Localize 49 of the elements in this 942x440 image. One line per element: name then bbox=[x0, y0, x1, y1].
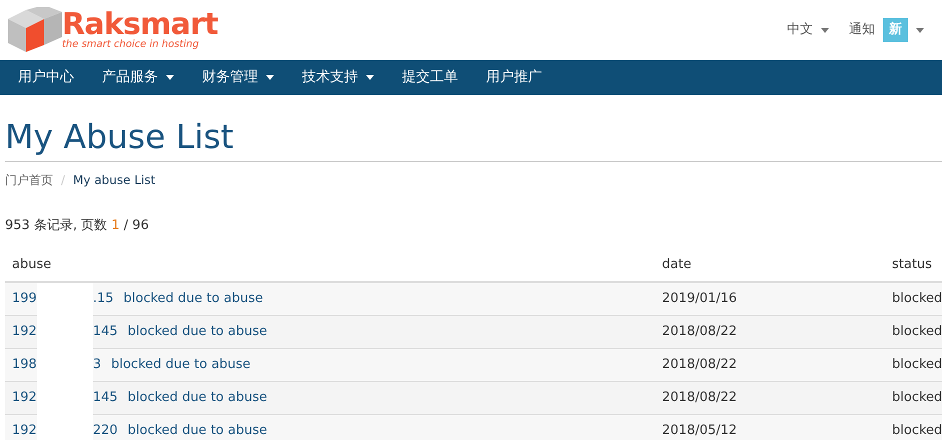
date-cell-text: 2018/08/22 bbox=[661, 323, 738, 342]
column-header: date bbox=[661, 256, 692, 274]
status-cell-text: blocked bbox=[891, 290, 942, 308]
page-title: My Abuse List bbox=[5, 117, 235, 157]
date-cell-text: 2018/05/12 bbox=[661, 422, 738, 440]
ip-address-start: 198 bbox=[12, 356, 37, 374]
caret-icon bbox=[821, 28, 829, 32]
top-menu-link[interactable]: 通知 新 bbox=[849, 18, 924, 42]
column-header: status bbox=[891, 256, 933, 274]
nav-item[interactable]: 用户推广 bbox=[486, 67, 542, 88]
ip-address-end: 220 bbox=[92, 422, 118, 440]
notification-badge: 新 bbox=[883, 18, 908, 42]
ip-address-start: 199 bbox=[12, 290, 37, 308]
caret-icon bbox=[166, 75, 174, 80]
logo-wordmark: Raksmart bbox=[62, 10, 218, 40]
date-cell-text: 2019/01/16 bbox=[661, 290, 738, 308]
breadcrumb-link[interactable]: My abuse List bbox=[73, 171, 156, 189]
status-cell-text: blocked bbox=[891, 389, 942, 408]
status-cell-text: blocked bbox=[891, 323, 942, 342]
nav-item[interactable]: 产品服务 bbox=[102, 67, 174, 88]
abuse-link[interactable]: blocked due to abuse bbox=[128, 322, 268, 342]
ip-address-start: 192 bbox=[12, 323, 37, 342]
breadcrumb-separator: / bbox=[61, 172, 66, 189]
record-count: 953 条记录, 页数 1 / 96 bbox=[5, 217, 150, 235]
abuse-link[interactable]: blocked due to abuse bbox=[124, 289, 263, 309]
nav-item[interactable]: 提交工单 bbox=[402, 67, 458, 88]
ip-address-end: .15 bbox=[92, 290, 114, 308]
date-cell-text: 2018/08/22 bbox=[661, 389, 738, 408]
breadcrumb-link[interactable]: 门户首页 bbox=[5, 171, 53, 189]
caret-icon bbox=[266, 75, 274, 80]
ip-address-end: 3 bbox=[92, 356, 102, 374]
abuse-link[interactable]: blocked due to abuse bbox=[128, 388, 268, 408]
nav-item[interactable]: 财务管理 bbox=[202, 67, 274, 88]
ip-address-end: 145 bbox=[92, 389, 118, 408]
nav-item[interactable]: 用户中心 bbox=[18, 67, 74, 88]
caret-icon bbox=[366, 75, 374, 80]
caret-icon bbox=[916, 28, 924, 32]
status-cell-text: blocked bbox=[891, 422, 942, 440]
abuse-link[interactable]: blocked due to abuse bbox=[111, 355, 251, 375]
ip-address-end: 145 bbox=[92, 323, 118, 342]
status-cell-text: blocked bbox=[891, 356, 942, 374]
date-cell-text: 2018/08/22 bbox=[661, 356, 738, 374]
ip-address-start: 192 bbox=[12, 389, 37, 408]
logo-tagline: the smart choice in hosting bbox=[62, 40, 200, 50]
column-header: abuse bbox=[11, 256, 52, 274]
nav-item[interactable]: 技术支持 bbox=[302, 67, 374, 88]
abuse-link[interactable]: blocked due to abuse bbox=[128, 421, 268, 440]
top-menu-link[interactable]: 中文 bbox=[787, 20, 829, 40]
ip-address-start: 192 bbox=[12, 422, 37, 440]
